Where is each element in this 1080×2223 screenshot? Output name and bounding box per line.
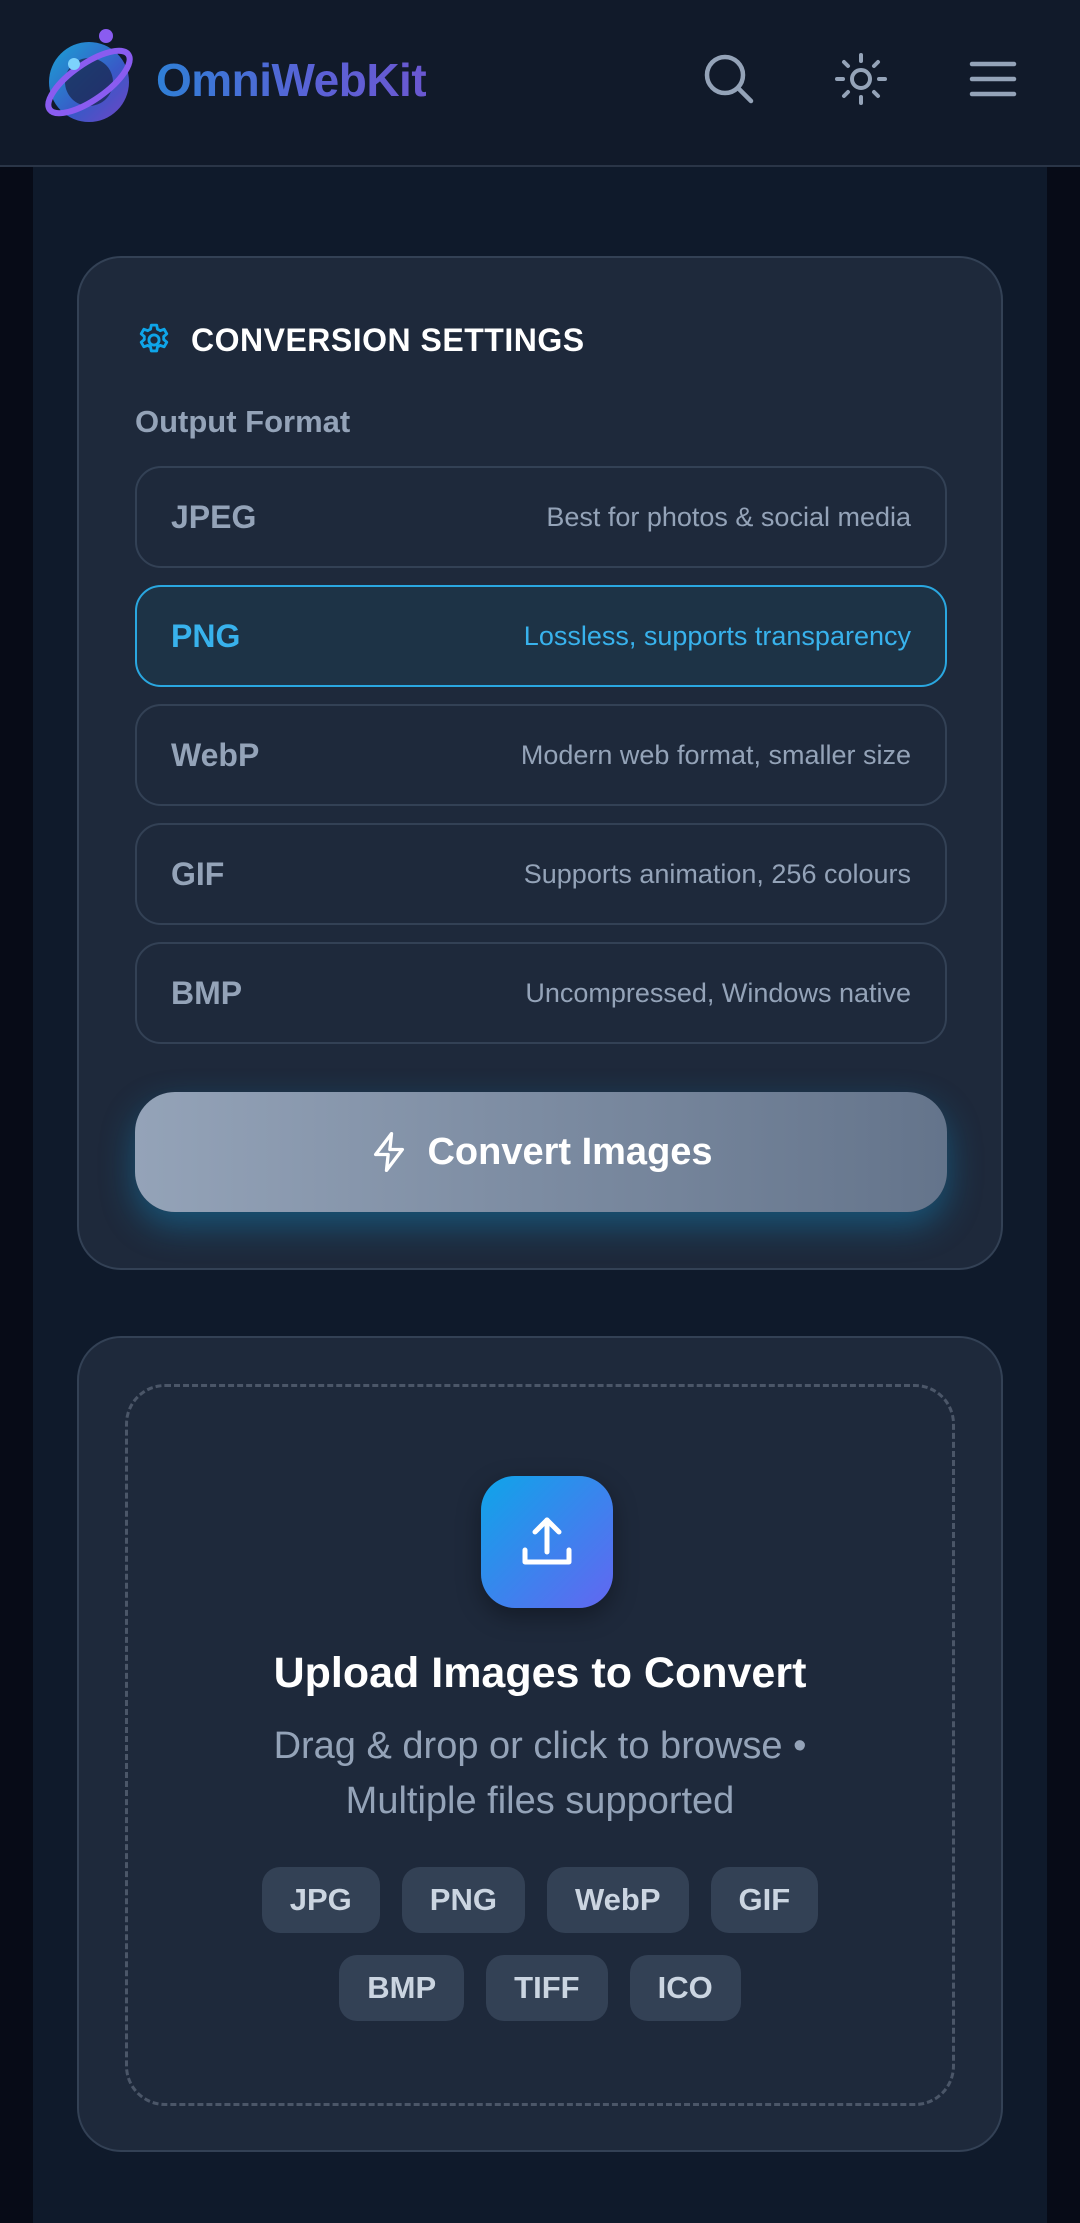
menu-button[interactable] [958,44,1028,114]
upload-title: Upload Images to Convert [273,1649,807,1697]
search-button[interactable] [694,44,764,114]
format-description: Supports animation, 256 colours [523,858,911,889]
format-name: GIF [171,855,225,892]
upload-subtitle: Drag & drop or click to browse • Multipl… [273,1725,807,1822]
format-name: WebP [171,736,260,773]
supported-formats-row: JPG PNG WebP GIF [128,1867,952,1933]
supported-formats-row: BMP TIFF ICO [128,1955,952,2021]
format-chip-tiff: TIFF [486,1955,608,2021]
format-name: BMP [171,974,243,1011]
format-chip-png: PNG [401,1867,525,1933]
format-option-gif[interactable]: GIF Supports animation, 256 colours [135,823,947,925]
convert-images-button[interactable]: Convert Images [135,1092,947,1212]
format-description: Lossless, supports transparency [523,620,911,651]
site-header: OmniWebKit [0,0,1080,167]
upload-card: Upload Images to Convert Drag & drop or … [77,1336,1003,2152]
format-chip-bmp: BMP [339,1955,465,2021]
format-chip-webp: WebP [546,1867,689,1933]
settings-header: CONVERSION SETTINGS [135,316,585,364]
theme-toggle-button[interactable] [826,44,896,114]
format-description: Modern web format, smaller size [520,739,911,770]
conversion-settings-card: CONVERSION SETTINGS Output Format JPEG B… [77,256,1003,1270]
gear-icon [139,323,169,353]
format-name: JPEG [171,498,257,535]
lightning-icon [374,1131,405,1172]
format-name: PNG [171,617,241,654]
format-description: Best for photos & social media [546,501,911,532]
format-description: Uncompressed, Windows native [525,977,911,1008]
format-option-webp[interactable]: WebP Modern web format, smaller size [135,704,947,806]
settings-title: CONVERSION SETTINGS [191,321,585,358]
format-chip-gif: GIF [710,1867,819,1933]
format-chip-ico: ICO [629,1955,741,2021]
search-icon [704,54,754,104]
sun-icon [835,53,887,105]
logo-icon[interactable] [34,22,144,132]
format-option-png[interactable]: PNG Lossless, supports transparency [135,585,947,687]
brand-name[interactable]: OmniWebKit [156,52,427,108]
format-chip-jpg: JPG [261,1867,380,1933]
format-option-bmp[interactable]: BMP Uncompressed, Windows native [135,942,947,1044]
upload-icon [481,1476,613,1608]
convert-button-label: Convert Images [427,1130,713,1173]
upload-dropzone[interactable]: Upload Images to Convert Drag & drop or … [125,1384,955,2106]
hamburger-menu-icon [969,61,1017,97]
output-format-label: Output Format [135,404,351,439]
format-option-jpeg[interactable]: JPEG Best for photos & social media [135,466,947,568]
